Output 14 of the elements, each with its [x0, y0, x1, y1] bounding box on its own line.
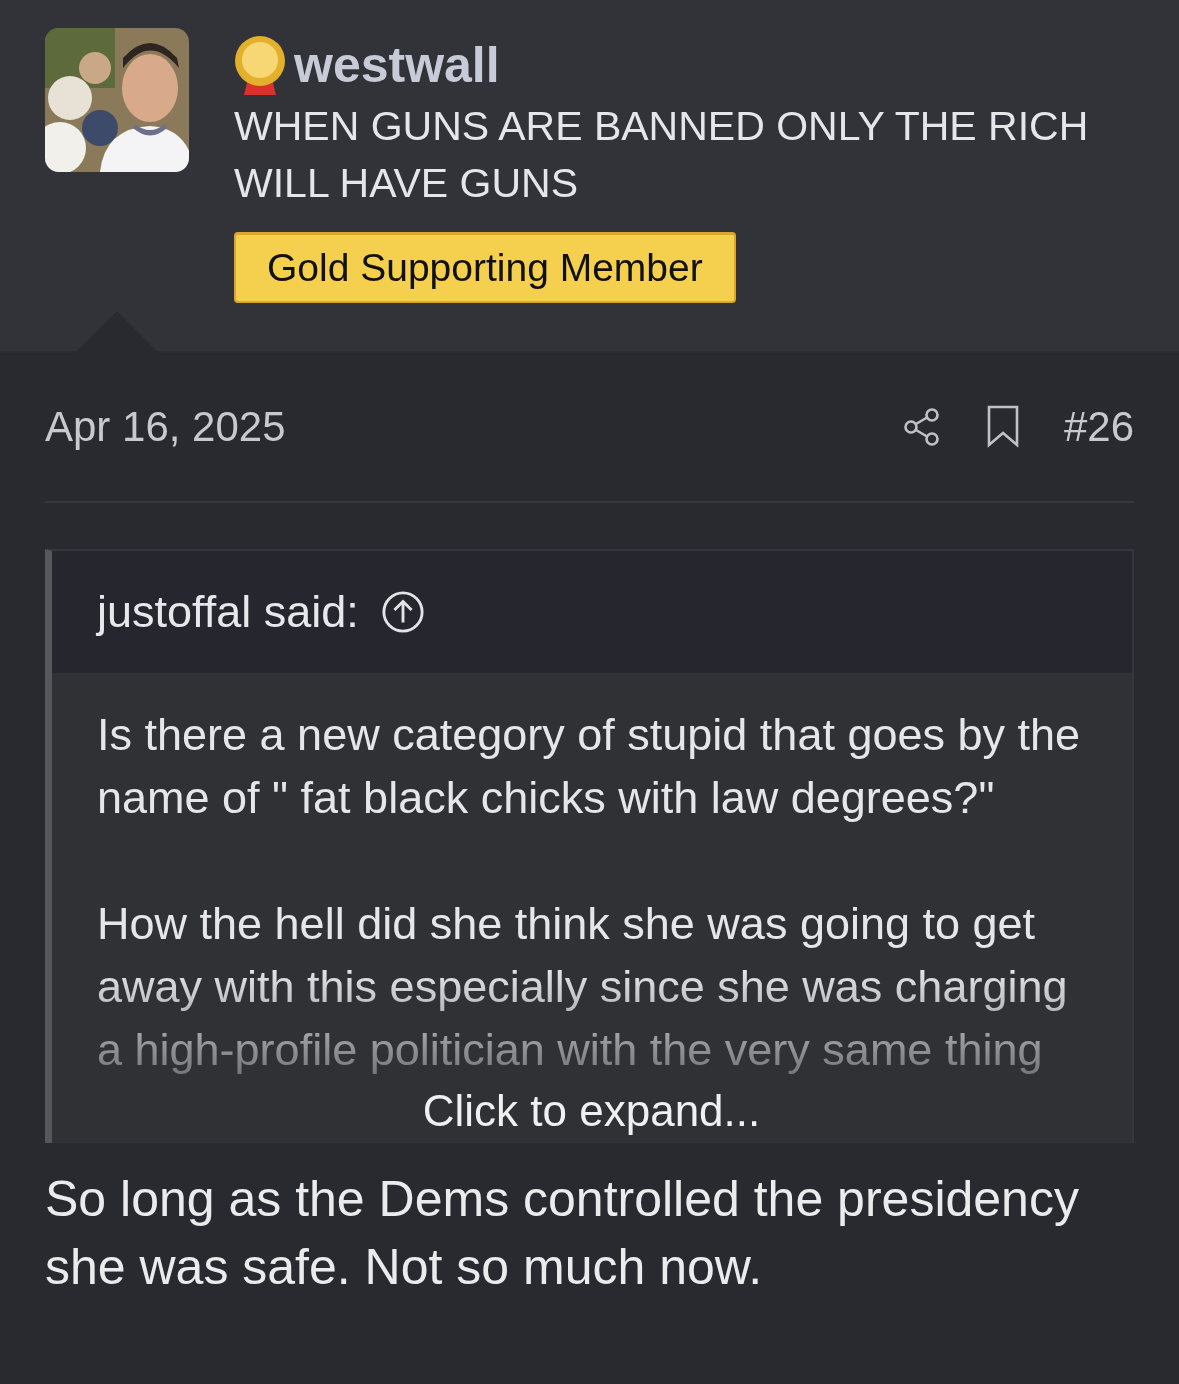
- username[interactable]: westwall: [294, 36, 500, 94]
- quote-text: Is there a new category of stupid that goes by the name of " fat black chicks with law degrees?": [97, 708, 1082, 825]
- arrow-up-icon[interactable]: [380, 590, 425, 634]
- message-text: So long as the Dems controlled the presidency she was safe. Not so much now.: [45, 1170, 1080, 1297]
- quote-text: How the hell did she think she was going to get away with this especially since she was charging a high-profile politician with the very same thing: [97, 897, 1069, 1077]
- bookmark-icon[interactable]: [985, 405, 1020, 449]
- expand-link[interactable]: Click to expand...: [422, 1085, 761, 1137]
- share-icon[interactable]: [901, 407, 942, 447]
- post-number[interactable]: #26: [1063, 403, 1134, 451]
- post-date[interactable]: Apr 16, 2025: [45, 403, 286, 451]
- quote-author[interactable]: justoffal said:: [97, 586, 359, 638]
- medal-icon: [234, 35, 286, 95]
- user-title: WHEN GUNS ARE BANNED ONLY THE RICH WILL HAVE GUNS: [234, 102, 1090, 208]
- member-banner: Gold Supporting Member: [234, 232, 736, 303]
